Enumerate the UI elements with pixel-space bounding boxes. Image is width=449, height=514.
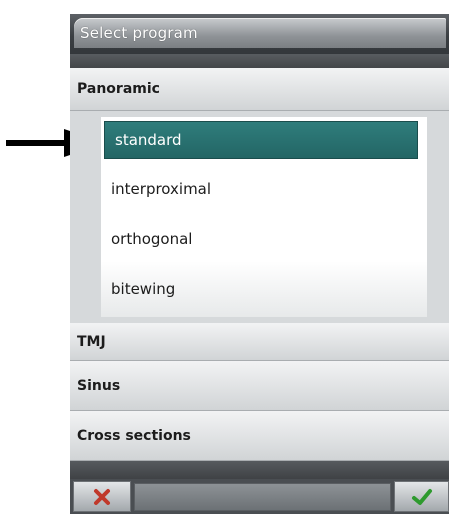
header-divider [70,54,449,68]
category-panoramic[interactable]: Panoramic [70,68,449,111]
category-sinus[interactable]: Sinus [70,361,449,411]
program-item-interproximal[interactable]: interproximal [101,170,419,208]
category-cross-sections[interactable]: Cross sections [70,411,449,461]
category-cross-sections-label: Cross sections [77,427,191,444]
title-bar: Select program [70,14,449,54]
program-item-orthogonal[interactable]: orthogonal [101,220,419,258]
program-item-label: interproximal [111,180,212,198]
confirm-button[interactable] [394,481,449,512]
program-item-standard[interactable]: standard [104,121,418,159]
panoramic-program-panel: standard interproximal orthogonal bitewi… [70,111,449,323]
cancel-button[interactable] [73,481,131,512]
program-item-label: orthogonal [111,230,193,248]
program-item-label: standard [115,131,182,149]
status-field [134,483,391,511]
category-tmj-label: TMJ [77,333,106,350]
program-selection-screen: Select program Panoramic standard interp… [70,14,449,514]
bottom-toolbar [70,479,449,514]
window-title: Select program [74,18,446,48]
category-tmj[interactable]: TMJ [70,323,449,361]
category-panoramic-label: Panoramic [77,81,160,97]
checkmark-icon [411,488,432,505]
close-x-icon [94,488,110,505]
footer-divider [70,461,449,479]
program-item-bitewing[interactable]: bitewing [101,270,419,308]
panoramic-program-list: standard interproximal orthogonal bitewi… [101,117,427,317]
program-item-label: bitewing [111,280,176,298]
category-sinus-label: Sinus [77,377,121,394]
